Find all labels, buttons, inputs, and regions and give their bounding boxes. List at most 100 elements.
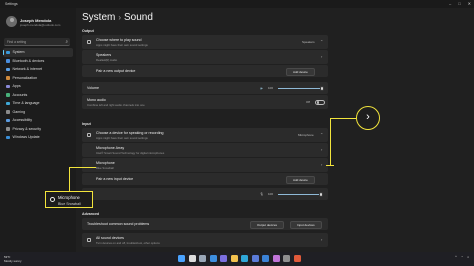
input-header: Input (82, 122, 91, 126)
gamepad-icon (6, 110, 10, 114)
sidebar-item-personalization[interactable]: Personalization (3, 74, 73, 83)
sidebar-item-network-internet[interactable]: Network & internet (3, 65, 73, 74)
output-choose-sub: Apps might have their own sound settings (96, 43, 148, 47)
output-choose-title: Choose where to play sound (96, 38, 142, 42)
chat-icon[interactable] (220, 255, 227, 262)
photos-icon[interactable] (272, 255, 280, 262)
sidebar-item-label: Bluetooth & devices (12, 58, 45, 63)
breadcrumb-separator: › (118, 13, 122, 22)
volume-slider-thumb[interactable] (319, 86, 325, 91)
search-icon[interactable] (188, 255, 196, 262)
sidebar-item-accessibility[interactable]: Accessibility (3, 116, 73, 125)
output-choose-row[interactable]: Choose where to play sound Apps might ha… (82, 35, 328, 49)
input-volume-value: 100 (268, 192, 274, 196)
sidebar-item-system[interactable]: System (3, 48, 73, 57)
minimize-icon[interactable]: – (449, 1, 451, 6)
input-volume-slider-thumb[interactable] (318, 192, 324, 197)
settings-icon[interactable] (283, 255, 290, 262)
all-devices-label: All sound devices (96, 236, 124, 240)
input-volume-row: 🎙 100 (82, 188, 328, 200)
highlight-connector (69, 167, 70, 191)
mail-icon[interactable] (262, 255, 269, 262)
mono-toggle[interactable] (315, 99, 325, 105)
weather-widget[interactable]: 53°F Mostly sunny (4, 255, 22, 263)
globe-clock-icon (6, 101, 10, 105)
breadcrumb-system[interactable]: System (82, 12, 115, 23)
add-input-device-button[interactable]: Add device (286, 176, 315, 184)
callout-connector (330, 118, 331, 166)
breadcrumb-sound: Sound (124, 12, 153, 23)
start-icon[interactable] (178, 255, 185, 262)
shield-icon (6, 127, 10, 131)
input-choose-row[interactable]: Choose a device for speaking or recordin… (82, 128, 328, 142)
office-icon[interactable] (293, 255, 301, 262)
mic-array-row[interactable]: Microphone Array Intel® Smart Sound Tech… (82, 143, 328, 157)
weather-desc: Mostly sunny (4, 258, 22, 263)
microphone-icon (87, 133, 91, 137)
input-volume-slider-fill (278, 194, 322, 195)
accessibility-icon (6, 118, 10, 122)
volume-slider[interactable] (278, 86, 325, 91)
output-choose-value: Speakers (302, 40, 315, 44)
chevron-right-icon[interactable]: › (321, 54, 322, 59)
sidebar-item-time-language[interactable]: Time & language (3, 99, 73, 108)
sidebar-item-label: Windows Update (12, 135, 40, 140)
chevron-right-icon[interactable]: › (321, 237, 322, 242)
callout-connector (330, 118, 356, 119)
output-devices-button[interactable]: Output devices (250, 221, 285, 229)
highlight-connector (69, 167, 96, 168)
sidebar-item-privacy-security[interactable]: Privacy & security (3, 125, 73, 134)
sidebar-item-label: System (12, 50, 25, 55)
bluetooth-icon (6, 59, 10, 63)
search-input[interactable]: Find a setting ⌕ (4, 38, 70, 46)
volume-value: 100 (268, 86, 274, 90)
highlight-sub: Blue Snowball (58, 201, 81, 206)
pair-input-row: Pair a new input device Add device (82, 173, 328, 185)
sidebar-item-gaming[interactable]: Gaming (3, 108, 73, 117)
all-devices-row[interactable]: All sound devices Turn devices on and of… (82, 233, 328, 247)
input-volume-slider[interactable] (278, 192, 324, 197)
sidebar-item-accounts[interactable]: Accounts (3, 91, 73, 100)
chevron-up-icon[interactable]: ⌃ (320, 132, 323, 137)
input-mic-icon[interactable]: 🎙 (260, 192, 264, 196)
input-choose-sub: Apps might have their own sound settings (96, 136, 148, 140)
sidebar-item-windows-update[interactable]: Windows Update (3, 133, 73, 142)
maximize-icon[interactable]: □ (458, 1, 460, 6)
mic-row[interactable]: Microphone Blue Snowball › (82, 158, 328, 172)
speakers-row[interactable]: Speakers Realtek(R) Audio › (82, 50, 328, 64)
sidebar-item-label: Network & internet (12, 67, 43, 72)
avatar[interactable] (6, 16, 17, 27)
title-bar: Settings – □ ✕ (0, 0, 474, 8)
output-header: Output (82, 29, 94, 33)
input-devices-button[interactable]: Input devices (290, 221, 322, 229)
sidebar-item-label: Accessibility (12, 118, 33, 123)
volume-speaker-icon[interactable]: 🔈 (260, 86, 264, 90)
edge-icon[interactable] (241, 255, 248, 262)
input-choose-value: Microphone (298, 133, 314, 137)
window-title: Settings (5, 2, 18, 6)
chevron-right-icon[interactable]: › (321, 162, 322, 167)
volume-icon[interactable]: ◖ (467, 255, 469, 259)
pair-input-label: Pair a new input device (96, 177, 134, 181)
all-devices-sub: Turn devices on and off, troubleshoot, o… (96, 241, 160, 245)
volume-row: Volume 🔈 100 (82, 82, 328, 94)
store-icon[interactable] (251, 255, 259, 262)
sidebar-item-apps[interactable]: Apps (3, 82, 73, 91)
callout-arrow-circle: › (356, 106, 380, 130)
widgets-icon[interactable] (209, 255, 217, 262)
advanced-header: Advanced (82, 212, 100, 216)
task-view-icon[interactable] (199, 255, 206, 262)
file-explorer-icon[interactable] (230, 255, 238, 262)
page-title: System › Sound (82, 12, 153, 23)
wifi-icon[interactable]: ◔ (461, 255, 463, 259)
sidebar: Joseph Mendola joseph.mendola@outlook.co… (0, 8, 76, 252)
brush-icon (6, 76, 10, 80)
radio-icon (50, 197, 55, 202)
sidebar-item-bluetooth-devices[interactable]: Bluetooth & devices (3, 57, 73, 66)
search-icon[interactable]: ⌕ (65, 39, 68, 44)
tray-chevron-icon[interactable]: ^ (455, 255, 457, 259)
chevron-up-icon[interactable]: ⌃ (320, 39, 323, 44)
add-output-device-button[interactable]: Add device (286, 68, 315, 76)
chevron-right-icon[interactable]: › (321, 147, 322, 152)
close-icon[interactable]: ✕ (468, 1, 471, 6)
